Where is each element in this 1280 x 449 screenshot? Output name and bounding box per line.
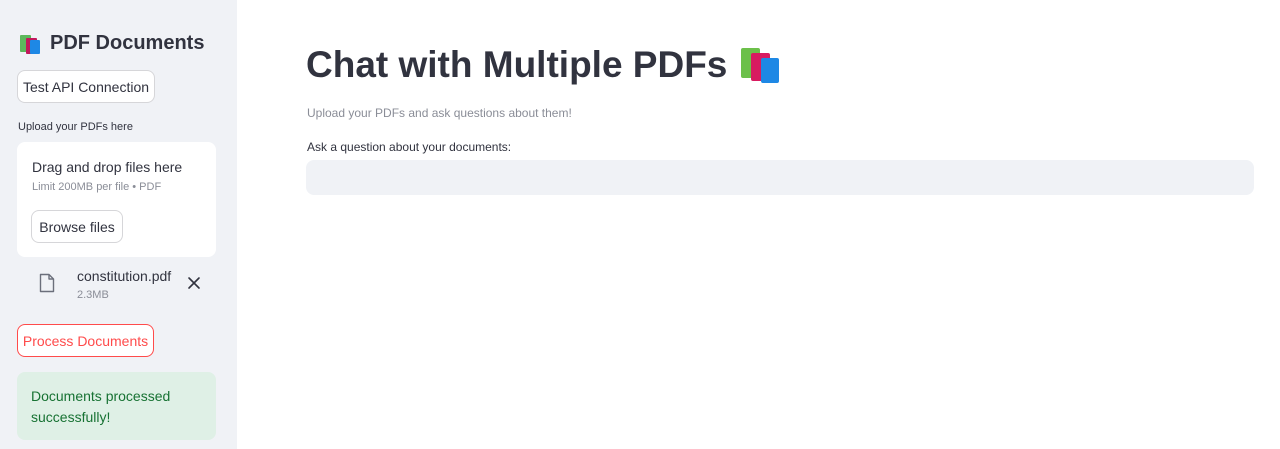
file-name: constitution.pdf (77, 268, 172, 284)
file-dropzone[interactable]: Drag and drop files here Limit 200MB per… (17, 142, 216, 257)
uploaded-file-item: constitution.pdf 2.3MB (17, 262, 216, 306)
upload-label: Upload your PDFs here (18, 121, 133, 133)
success-alert: Documents processed successfully! (17, 372, 216, 440)
sidebar-title-text: PDF Documents (50, 32, 205, 54)
process-documents-button[interactable]: Process Documents (17, 324, 154, 357)
page-title: Chat with Multiple PDFs (306, 44, 781, 86)
browse-files-button[interactable]: Browse files (31, 210, 123, 243)
sidebar: PDF Documents Test API Connection Upload… (0, 0, 237, 449)
close-icon[interactable] (185, 274, 203, 292)
books-icon (18, 33, 42, 55)
file-icon (39, 273, 55, 293)
dropzone-title: Drag and drop files here (32, 159, 183, 175)
file-size: 2.3MB (77, 289, 109, 301)
page-title-text: Chat with Multiple PDFs (306, 44, 728, 85)
test-api-connection-button[interactable]: Test API Connection (17, 70, 155, 103)
question-input[interactable] (306, 160, 1254, 195)
sidebar-title: PDF Documents (18, 32, 204, 55)
question-label: Ask a question about your documents: (307, 140, 512, 154)
dropzone-limit: Limit 200MB per file • PDF (32, 181, 162, 193)
books-icon (739, 46, 781, 84)
page-subtitle: Upload your PDFs and ask questions about… (307, 106, 572, 120)
